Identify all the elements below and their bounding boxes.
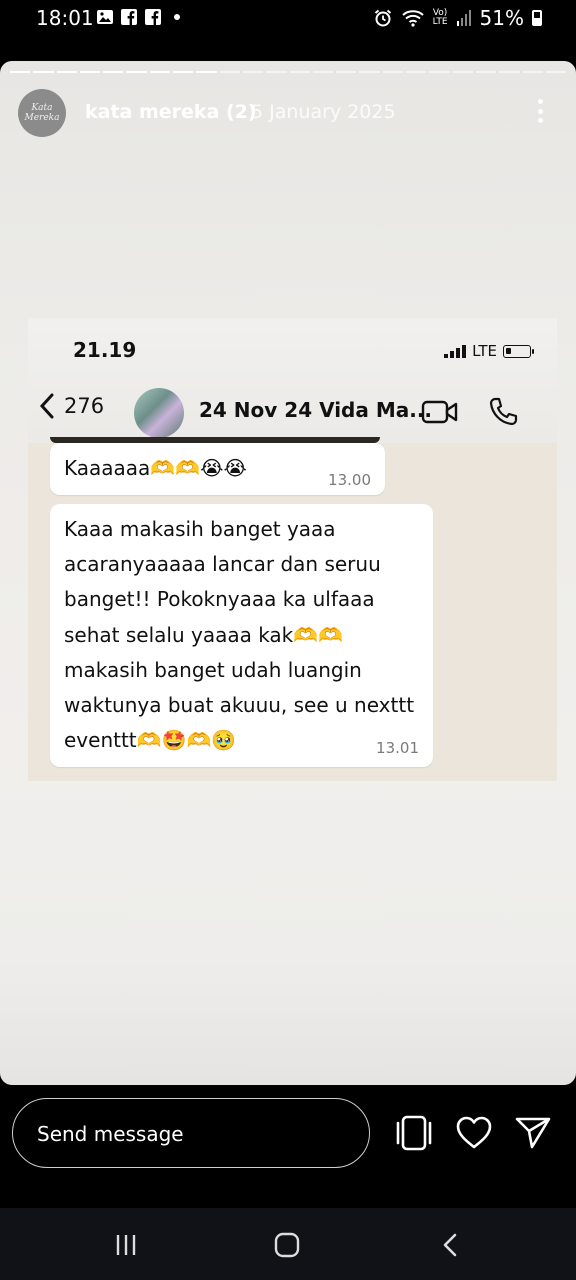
progress-segment xyxy=(499,71,520,73)
send-icon[interactable] xyxy=(514,1115,552,1151)
story-viewer[interactable]: Kata Mereka kata mereka (2) 5 January 20… xyxy=(0,61,576,1085)
chat-header: 21.19 LTE 276 24 Nov 24 Vida Ma... xyxy=(28,318,557,443)
progress-segment xyxy=(475,71,497,73)
progress-segment xyxy=(10,71,31,73)
progress-segment xyxy=(312,71,334,73)
chat-status-right: LTE xyxy=(444,342,534,360)
chat-status-time: 21.19 xyxy=(73,338,137,362)
facebook-icon xyxy=(145,9,161,25)
message-bubble: Kaaa makasih banget yaaa acaranyaaaaa la… xyxy=(50,504,433,767)
progress-segment xyxy=(56,71,77,73)
avatar-logo-text: Kata Mereka xyxy=(24,103,60,123)
progress-segment xyxy=(126,71,147,73)
heart-icon[interactable] xyxy=(455,1115,493,1151)
progress-segment xyxy=(359,71,380,73)
system-status-bar: 18:01 Vo) LTE 51% xyxy=(0,0,576,36)
chat-battery-icon xyxy=(503,344,534,358)
progress-segment xyxy=(382,71,404,73)
progress-segment xyxy=(429,71,450,73)
message-time: 13.01 xyxy=(376,739,419,757)
facebook-icon xyxy=(121,9,137,25)
share-icon[interactable] xyxy=(394,1115,434,1151)
send-message-input[interactable]: Send message xyxy=(12,1098,370,1168)
chat-network: LTE xyxy=(472,342,497,360)
video-call-icon xyxy=(421,400,458,424)
phone-icon xyxy=(489,397,518,426)
progress-segment xyxy=(452,71,473,73)
message-text: Kaaa makasih banget yaaa acaranyaaaaa la… xyxy=(64,517,415,753)
signal-icon xyxy=(456,10,471,26)
battery-percent: 51% xyxy=(479,6,524,30)
message-bubble: Kaaaaaa🫶🫶😭😭 13.00 xyxy=(50,443,385,495)
more-options-icon[interactable] xyxy=(528,97,552,125)
wifi-icon xyxy=(401,10,424,27)
message-text: Kaaaaaa🫶🫶😭😭 xyxy=(64,456,247,480)
message-time: 13.00 xyxy=(328,471,371,489)
progress-segment xyxy=(173,71,194,73)
profile-avatar[interactable]: Kata Mereka xyxy=(18,89,66,137)
cellular-bars-icon xyxy=(444,344,467,358)
status-right: Vo) LTE 51% xyxy=(373,6,542,30)
back-count: 276 xyxy=(64,394,105,418)
more-notifications-dot xyxy=(174,14,180,20)
progress-segment xyxy=(33,71,54,73)
story-username[interactable]: kata mereka (2) xyxy=(85,101,257,123)
story-progress xyxy=(10,71,567,73)
volte-indicator: Vo) LTE xyxy=(432,8,448,27)
progress-segment xyxy=(406,71,427,73)
progress-segment xyxy=(149,71,171,73)
status-time: 18:01 xyxy=(36,6,94,30)
progress-segment xyxy=(242,71,264,73)
progress-segment xyxy=(219,71,240,73)
chevron-left-icon xyxy=(39,393,54,419)
progress-segment xyxy=(336,71,357,73)
progress-segment xyxy=(522,71,543,73)
battery-icon xyxy=(532,10,542,26)
send-message-placeholder: Send message xyxy=(37,1122,184,1146)
progress-segment xyxy=(196,71,217,73)
back-icon[interactable] xyxy=(438,1232,462,1258)
system-nav-bar xyxy=(0,1208,576,1280)
notification-icons xyxy=(96,8,180,26)
home-icon[interactable] xyxy=(274,1232,300,1258)
chat-avatar xyxy=(134,388,184,438)
progress-segment xyxy=(289,71,310,73)
recent-apps-icon[interactable] xyxy=(113,1232,139,1258)
progress-segment xyxy=(545,71,567,73)
story-date: 5 January 2025 xyxy=(251,101,396,123)
chat-back-button: 276 xyxy=(38,393,104,419)
gallery-icon xyxy=(97,10,113,24)
progress-segment xyxy=(103,71,124,73)
chat-name: 24 Nov 24 Vida Ma... xyxy=(199,398,433,422)
progress-segment xyxy=(79,71,101,73)
alarm-icon xyxy=(374,9,391,27)
story-reply-bar: Send message xyxy=(0,1085,576,1208)
progress-segment xyxy=(266,71,287,73)
